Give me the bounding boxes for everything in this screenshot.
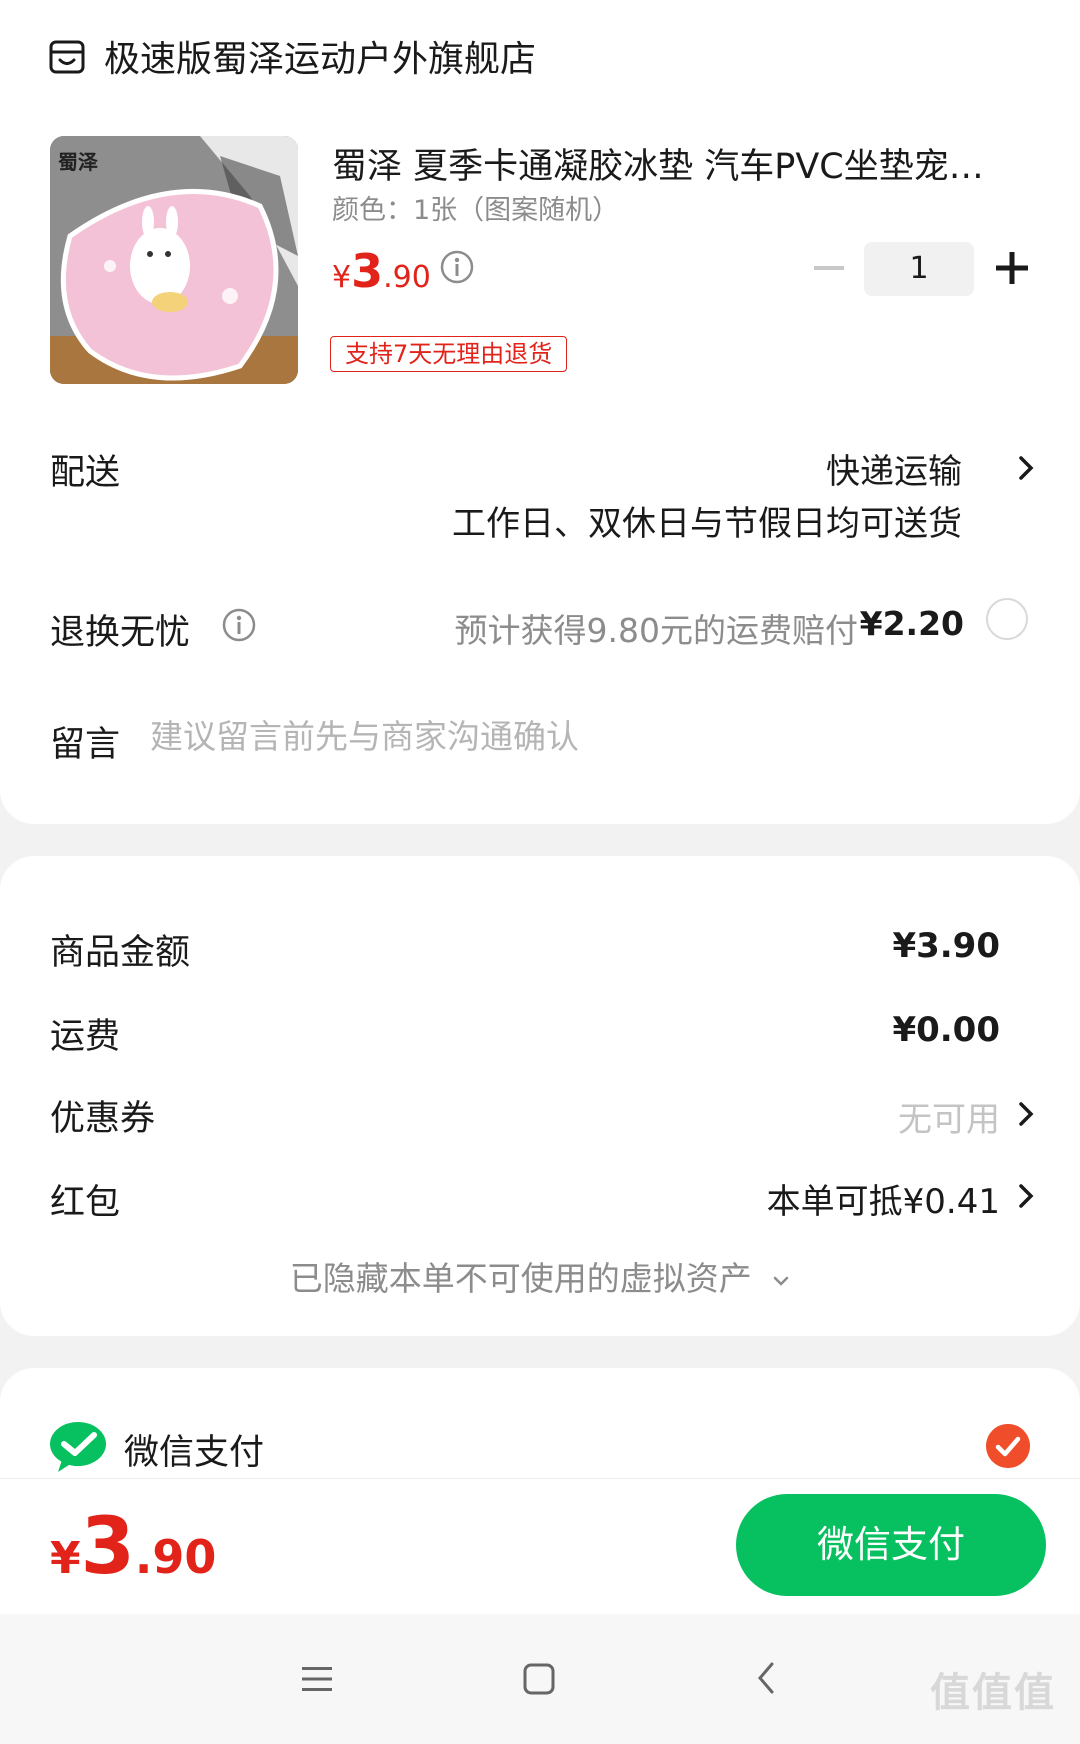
goods-amount-value: ¥3.90: [892, 926, 1000, 966]
hidden-assets-toggle[interactable]: 已隐藏本单不可使用的虚拟资产: [0, 1252, 1080, 1300]
delivery-note: 工作日、双休日与节假日均可送货: [452, 504, 962, 544]
return-policy-tag: 支持7天无理由退货: [330, 336, 568, 372]
total-decimal: .90: [134, 1530, 217, 1584]
store-name[interactable]: 极速版蜀泽运动户外旗舰店: [104, 30, 536, 82]
chevron-right-icon[interactable]: [1016, 1100, 1036, 1128]
chevron-right-icon[interactable]: [1016, 1182, 1036, 1210]
home-icon[interactable]: [522, 1662, 556, 1696]
goods-amount-label: 商品金额: [50, 933, 191, 973]
store-icon: [49, 40, 85, 74]
price-integer: 3: [351, 244, 384, 298]
chevron-down-icon: [774, 1276, 789, 1286]
chevron-right-icon[interactable]: [1016, 454, 1036, 482]
shipping-value: ¥0.00: [892, 1010, 1000, 1050]
order-card: [0, 0, 1080, 824]
returns-price: ¥2.20: [859, 604, 964, 643]
watermark: 值值值: [930, 1660, 1070, 1740]
menu-icon[interactable]: [300, 1664, 334, 1694]
product-title[interactable]: 蜀泽 夏季卡通凝胶冰垫 汽车PVC坐垫宠物垫: [332, 138, 1012, 189]
redpack-value[interactable]: 本单可抵¥0.41: [767, 1174, 1000, 1223]
pay-button[interactable]: 微信支付: [736, 1494, 1046, 1596]
back-icon[interactable]: [756, 1660, 776, 1696]
message-input[interactable]: [150, 712, 970, 760]
product-price: ¥3.90: [332, 244, 431, 298]
quantity-increase-button[interactable]: [994, 250, 1030, 286]
redpack-label: 红包: [50, 1183, 121, 1223]
returns-radio[interactable]: [986, 598, 1028, 640]
coupon-label: 优惠券: [50, 1099, 156, 1139]
shipping-label: 运费: [50, 1017, 121, 1057]
product-image[interactable]: 蜀泽: [50, 136, 298, 384]
product-image-label: 蜀泽: [58, 150, 98, 174]
price-info-icon[interactable]: [440, 250, 474, 284]
message-label: 留言: [50, 725, 121, 765]
hidden-assets-text: 已隐藏本单不可使用的虚拟资产: [289, 1259, 752, 1298]
product-spec[interactable]: 颜色：1张（图案随机）: [332, 188, 619, 227]
total-price: ¥3.90: [50, 1502, 216, 1592]
delivery-method[interactable]: 快递运输: [826, 444, 962, 493]
price-currency: ¥: [332, 260, 352, 295]
quantity-decrease-button[interactable]: [814, 266, 844, 270]
check-icon[interactable]: [986, 1424, 1030, 1468]
total-integer: 3: [80, 1502, 135, 1592]
wechat-pay-icon: [50, 1422, 106, 1472]
watermark-text: 值值值: [930, 1670, 1056, 1716]
delivery-label: 配送: [50, 453, 121, 493]
price-decimal: .90: [383, 260, 431, 295]
returns-label: 退换无忧: [50, 613, 191, 653]
info-icon[interactable]: [222, 608, 256, 642]
wechat-pay-label[interactable]: 微信支付: [124, 1424, 264, 1475]
quantity-value[interactable]: 1: [864, 242, 974, 296]
coupon-value[interactable]: 无可用: [898, 1092, 1000, 1141]
returns-description: 预计获得9.80元的运费赔付: [454, 611, 858, 650]
total-currency: ¥: [50, 1533, 81, 1584]
